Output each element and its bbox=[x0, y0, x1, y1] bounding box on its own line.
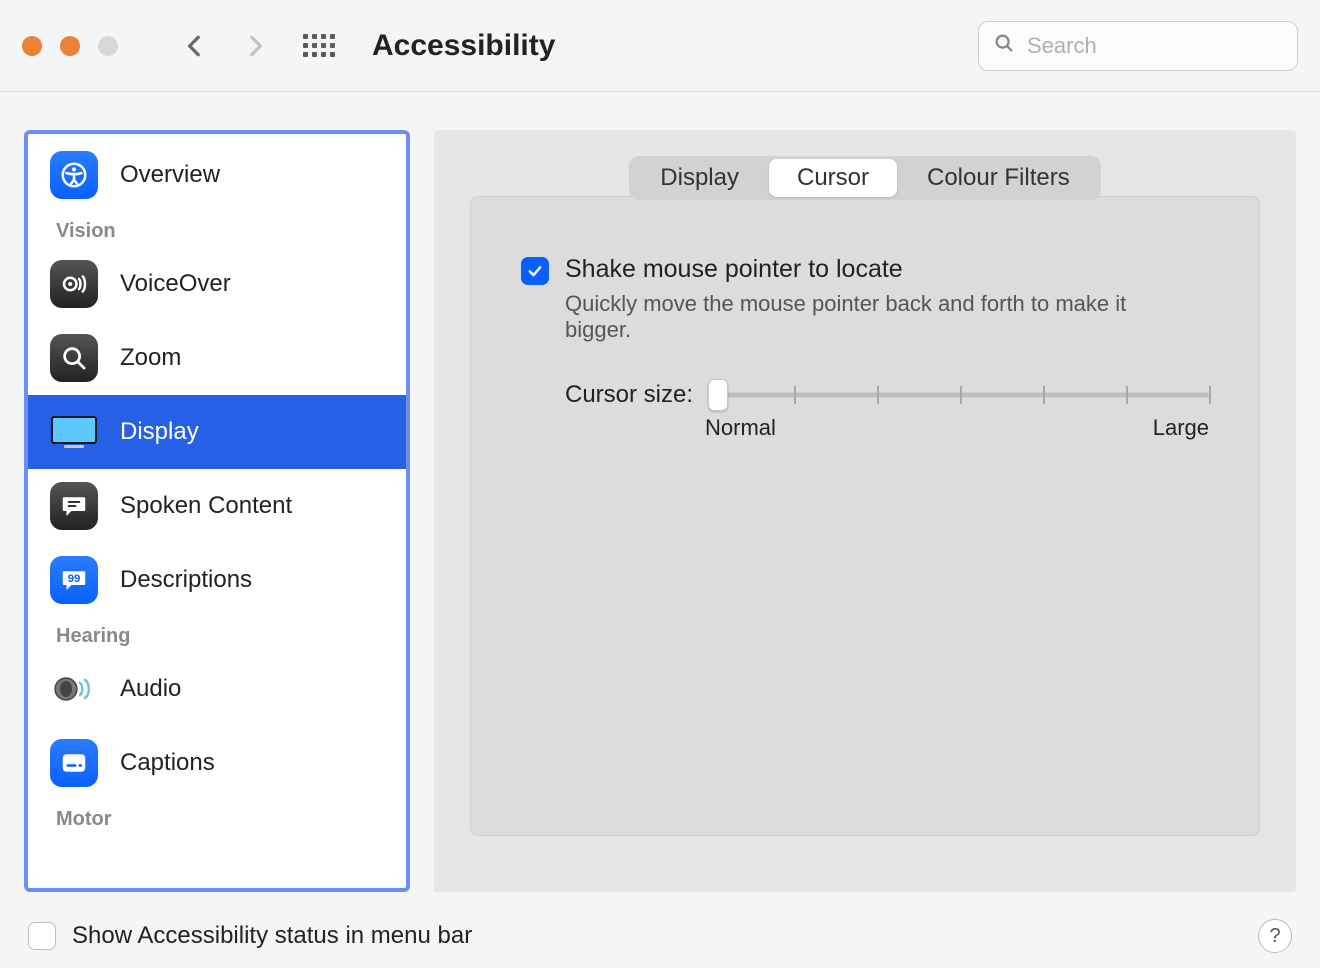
audio-icon bbox=[50, 665, 98, 713]
sidebar-item-captions[interactable]: Captions bbox=[28, 726, 406, 800]
zoom-icon bbox=[50, 334, 98, 382]
footer: Show Accessibility status in menu bar ? bbox=[0, 904, 1320, 968]
nav-arrows bbox=[180, 31, 270, 61]
sidebar-item-zoom[interactable]: Zoom bbox=[28, 321, 406, 395]
close-window-button[interactable] bbox=[22, 36, 42, 56]
spoken-content-icon bbox=[50, 482, 98, 530]
cursor-size-label: Cursor size: bbox=[565, 381, 693, 409]
cursor-panel: Shake mouse pointer to locate Quickly mo… bbox=[470, 196, 1260, 836]
descriptions-icon: 99 bbox=[50, 556, 98, 604]
slider-tick bbox=[877, 386, 879, 404]
cursor-size-slider[interactable] bbox=[711, 382, 1209, 408]
sidebar-item-audio[interactable]: Audio bbox=[28, 652, 406, 726]
tab-display[interactable]: Display bbox=[632, 159, 767, 197]
shake-to-locate-description: Quickly move the mouse pointer back and … bbox=[565, 291, 1135, 343]
sidebar-item-label: Zoom bbox=[120, 344, 181, 372]
cursor-size-min-label: Normal bbox=[705, 415, 776, 441]
forward-button[interactable] bbox=[240, 31, 270, 61]
sidebar-item-voiceover[interactable]: VoiceOver bbox=[28, 247, 406, 321]
slider-tick bbox=[794, 386, 796, 404]
search-icon bbox=[993, 32, 1015, 60]
shake-to-locate-label: Shake mouse pointer to locate bbox=[565, 255, 903, 284]
sidebar-group-vision: Vision bbox=[28, 212, 406, 247]
cursor-size-max-label: Large bbox=[1153, 415, 1209, 441]
sidebar-item-display[interactable]: Display bbox=[28, 395, 406, 469]
toolbar: Accessibility bbox=[0, 0, 1320, 92]
sidebar-group-motor: Motor bbox=[28, 800, 406, 835]
sidebar-item-label: VoiceOver bbox=[120, 270, 231, 298]
tab-cursor[interactable]: Cursor bbox=[769, 159, 897, 197]
search-field[interactable] bbox=[978, 21, 1298, 71]
voiceover-icon bbox=[50, 260, 98, 308]
slider-tick bbox=[1126, 386, 1128, 404]
sidebar-group-hearing: Hearing bbox=[28, 617, 406, 652]
search-input[interactable] bbox=[1025, 32, 1317, 60]
sidebar-item-label: Overview bbox=[120, 161, 220, 189]
sidebar-item-label: Captions bbox=[120, 749, 215, 777]
zoom-window-button[interactable] bbox=[98, 36, 118, 56]
sidebar-item-spoken-content[interactable]: Spoken Content bbox=[28, 469, 406, 543]
help-button[interactable]: ? bbox=[1258, 919, 1292, 953]
sidebar-item-descriptions[interactable]: 99 Descriptions bbox=[28, 543, 406, 617]
show-all-prefs-button[interactable] bbox=[302, 29, 336, 63]
content-pane: Display Cursor Colour Filters Shake mous… bbox=[434, 130, 1296, 892]
slider-tick bbox=[1209, 386, 1211, 404]
page-title: Accessibility bbox=[372, 29, 555, 63]
window-controls bbox=[22, 36, 118, 56]
sidebar-item-label: Display bbox=[120, 418, 199, 446]
tab-colour-filters[interactable]: Colour Filters bbox=[899, 159, 1098, 197]
captions-icon bbox=[50, 739, 98, 787]
display-icon bbox=[50, 408, 98, 456]
sidebar-item-label: Descriptions bbox=[120, 566, 252, 594]
shake-to-locate-checkbox[interactable] bbox=[521, 257, 549, 285]
sidebar-item-label: Spoken Content bbox=[120, 492, 292, 520]
show-status-checkbox[interactable] bbox=[28, 922, 56, 950]
back-button[interactable] bbox=[180, 31, 210, 61]
sidebar-item-label: Audio bbox=[120, 675, 181, 703]
accessibility-icon bbox=[50, 151, 98, 199]
slider-tick bbox=[1043, 386, 1045, 404]
slider-tick bbox=[960, 386, 962, 404]
svg-text:99: 99 bbox=[68, 573, 81, 585]
sidebar-item-overview[interactable]: Overview bbox=[28, 138, 406, 212]
tab-bar: Display Cursor Colour Filters bbox=[629, 156, 1100, 200]
sidebar[interactable]: Overview Vision VoiceOver Zoom Display bbox=[24, 130, 410, 892]
show-status-label: Show Accessibility status in menu bar bbox=[72, 922, 472, 950]
minimize-window-button[interactable] bbox=[60, 36, 80, 56]
